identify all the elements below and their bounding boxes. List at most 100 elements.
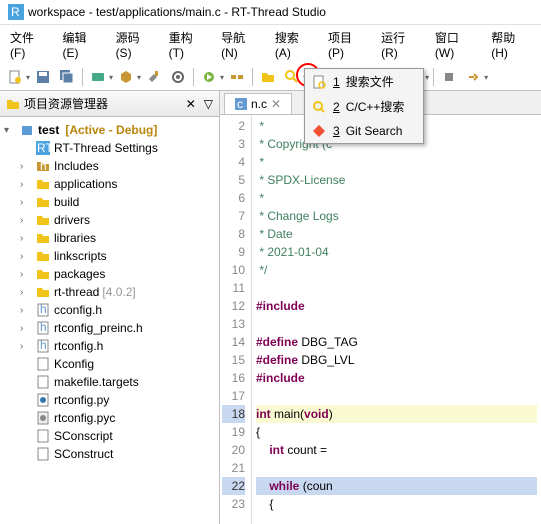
svg-text:R: R xyxy=(11,5,20,19)
git-icon xyxy=(311,123,327,139)
chevron-icon[interactable]: › xyxy=(20,233,32,244)
stop-button[interactable] xyxy=(438,66,460,88)
tree-item[interactable]: ›hcconfig.h xyxy=(2,301,217,319)
file-icon: h xyxy=(35,302,51,318)
tree-label: rtconfig_preinc.h xyxy=(54,321,143,335)
toggle-icon[interactable]: ▽ xyxy=(204,97,213,111)
dropdown-icon[interactable]: ▾ xyxy=(484,73,488,82)
menu-help[interactable]: 帮助(H) xyxy=(485,27,537,62)
chevron-icon[interactable]: › xyxy=(20,161,32,172)
dropdown-icon[interactable]: ▾ xyxy=(425,73,429,82)
svg-text:h: h xyxy=(40,159,47,173)
hammer-button[interactable] xyxy=(143,66,165,88)
tree-label: build xyxy=(54,195,79,209)
tree-item[interactable]: ›drivers xyxy=(2,211,217,229)
file-icon xyxy=(35,230,51,246)
chevron-icon[interactable]: › xyxy=(20,251,32,262)
chevron-icon[interactable]: › xyxy=(20,215,32,226)
tree-item[interactable]: rtconfig.py xyxy=(2,391,217,409)
search-button[interactable] xyxy=(281,66,303,88)
chevron-icon[interactable]: › xyxy=(20,179,32,190)
dd-label: C/C++搜索 xyxy=(346,98,405,115)
new-button[interactable] xyxy=(4,66,26,88)
menu-project[interactable]: 项目(P) xyxy=(322,27,373,62)
menu-source[interactable]: 源码(S) xyxy=(110,27,161,62)
sidebar-header: 项目资源管理器 ✕ ▽ xyxy=(0,91,219,117)
dropdown-icon[interactable]: ▾ xyxy=(109,73,113,82)
menu-edit[interactable]: 编辑(E) xyxy=(56,27,107,62)
tree-item[interactable]: › build xyxy=(2,193,217,211)
menu-navigate[interactable]: 导航(N) xyxy=(215,27,267,62)
tree-item[interactable]: SConstruct xyxy=(2,445,217,463)
project-icon xyxy=(19,122,35,138)
chevron-down-icon[interactable]: ▾ xyxy=(4,125,16,136)
dropdown-item[interactable]: 1 搜索文件 xyxy=(305,69,423,94)
menu-search[interactable]: 搜索(A) xyxy=(269,27,320,62)
code-area[interactable]: * * Copyright (c * * SPDX-License * * Ch… xyxy=(252,115,541,524)
file-icon: h xyxy=(35,158,51,174)
dropdown-icon[interactable]: ▾ xyxy=(137,73,141,82)
project-config: [Active - Debug] xyxy=(65,123,157,137)
version: [4.0.2] xyxy=(102,285,135,299)
dropdown-item[interactable]: 3 Git Search xyxy=(305,119,423,143)
svg-text:RT: RT xyxy=(37,141,50,155)
chevron-icon[interactable]: › xyxy=(20,305,32,316)
chevron-icon[interactable]: › xyxy=(20,341,32,352)
tree-item[interactable]: makefile.targets xyxy=(2,373,217,391)
build-button[interactable] xyxy=(115,66,137,88)
tree-item[interactable]: ›libraries xyxy=(2,229,217,247)
tree-item[interactable]: RTRT-Thread Settings xyxy=(2,139,217,157)
tree-item[interactable]: › h rtconfig_preinc.h xyxy=(2,319,217,337)
save-all-button[interactable] xyxy=(56,66,78,88)
svg-text:h: h xyxy=(40,339,47,352)
dd-label: 搜索文件 xyxy=(346,73,394,90)
svg-text:h: h xyxy=(40,321,47,334)
shortcut: 2 xyxy=(333,100,340,114)
menu-run[interactable]: 运行(R) xyxy=(375,27,427,62)
tree-item[interactable]: › rt-thread [4.0.2] xyxy=(2,283,217,301)
file-icon: h xyxy=(35,338,51,354)
save-button[interactable] xyxy=(32,66,54,88)
tree-item[interactable]: SConscript xyxy=(2,427,217,445)
tree-item[interactable]: Kconfig xyxy=(2,355,217,373)
connect-button[interactable] xyxy=(226,66,248,88)
file-icon xyxy=(35,410,51,426)
tree-item[interactable]: ›hrtconfig.h xyxy=(2,337,217,355)
open-folder-button[interactable] xyxy=(257,66,279,88)
menu-window[interactable]: 窗口(W) xyxy=(429,27,483,62)
menu-refactor[interactable]: 重构(T) xyxy=(163,27,213,62)
tree-label: rt-thread xyxy=(54,285,99,299)
tree-label: Kconfig xyxy=(54,357,94,371)
close-icon[interactable]: ✕ xyxy=(186,97,196,111)
tree-item[interactable]: › h Includes xyxy=(2,157,217,175)
chevron-icon[interactable]: › xyxy=(20,323,32,334)
sidebar-title: 项目资源管理器 xyxy=(24,95,108,112)
menu-file[interactable]: 文件(F) xyxy=(4,27,54,62)
debug-button[interactable] xyxy=(198,66,220,88)
tree-item[interactable]: ›applications xyxy=(2,175,217,193)
file-icon xyxy=(35,248,51,264)
project-name: test xyxy=(38,123,59,137)
tab-main-c[interactable]: c n.c ✕ xyxy=(224,93,292,114)
close-tab-icon[interactable]: ✕ xyxy=(271,97,281,111)
file-icon xyxy=(311,74,327,90)
tree-label: SConstruct xyxy=(54,447,113,461)
dropdown-icon[interactable]: ▾ xyxy=(220,73,224,82)
board-button[interactable] xyxy=(87,66,109,88)
tree-item[interactable]: ›packages xyxy=(2,265,217,283)
tree-item[interactable]: ›linkscripts xyxy=(2,247,217,265)
dropdown-icon[interactable]: ▾ xyxy=(26,73,30,82)
tab-label: n.c xyxy=(251,97,267,111)
chevron-icon[interactable]: › xyxy=(20,269,32,280)
shortcut: 1 xyxy=(333,75,340,89)
chevron-icon[interactable]: › xyxy=(20,287,32,298)
project-root[interactable]: ▾ test [Active - Debug] xyxy=(2,121,217,139)
dd-label: Git Search xyxy=(346,124,403,138)
dropdown-item[interactable]: 2 C/C++搜索 xyxy=(305,94,423,119)
tree-item[interactable]: rtconfig.pyc xyxy=(2,409,217,427)
step-button[interactable] xyxy=(462,66,484,88)
chevron-icon[interactable]: › xyxy=(20,197,32,208)
gear-button[interactable] xyxy=(167,66,189,88)
tree-label: Includes xyxy=(54,159,99,173)
file-icon xyxy=(35,284,51,300)
